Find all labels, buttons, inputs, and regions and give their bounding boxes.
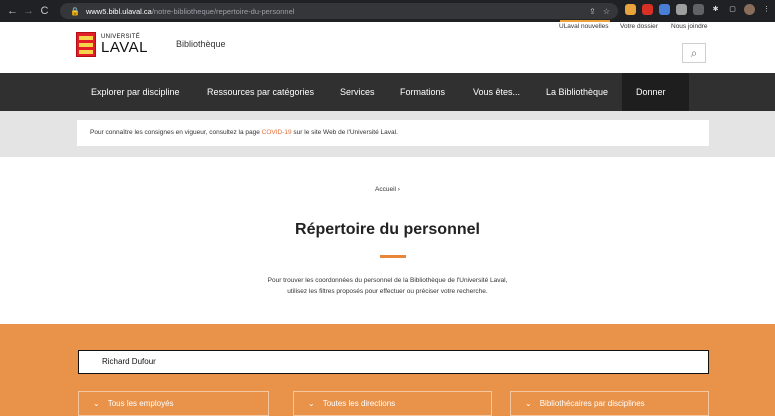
filter-librarians-label: Bibliothécaires par disciplines (539, 399, 645, 408)
browser-toolbar: ← → C 🔒 www5.bibl.ulaval.ca/notre-biblio… (0, 0, 775, 22)
forward-icon[interactable]: → (22, 0, 35, 22)
covid-link[interactable]: COVID-19 (262, 129, 292, 136)
address-bar[interactable]: 🔒 www5.bibl.ulaval.ca/notre-bibliotheque… (60, 3, 618, 19)
main-navigation: Explorer par discipline Ressources par c… (0, 73, 775, 111)
url-host: www5.bibl.ulaval.ca (85, 6, 152, 16)
chevron-down-icon: ⌄ (93, 399, 100, 408)
nav-resources[interactable]: Ressources par catégories (207, 73, 314, 111)
avatar[interactable] (744, 4, 755, 15)
staff-search-input[interactable]: Richard Dufour (78, 350, 709, 374)
search-button[interactable]: ⌕ (682, 43, 706, 63)
filter-librarians-dropdown[interactable]: ⌄ Bibliothécaires par disciplines (510, 391, 709, 416)
logo-bottom-text: LAVAL (101, 39, 148, 56)
breadcrumb-home[interactable]: Accueil › (375, 186, 400, 193)
site-name-link[interactable]: Bibliothèque (176, 39, 226, 49)
puzzle-icon[interactable]: ✱ (710, 4, 721, 15)
share-icon[interactable]: ⇪ (589, 7, 596, 16)
notice-text-before: Pour connaître les consignes en vigueur,… (90, 129, 262, 136)
intro-line-2: utilisez les filtres proposés pour effec… (287, 288, 488, 295)
nav-explore-discipline[interactable]: Explorer par discipline (91, 73, 180, 111)
search-icon: ⌕ (690, 46, 698, 60)
filter-directions-label: Toutes les directions (322, 399, 396, 408)
url-path: /notre-bibliotheque/repertoire-du-person… (151, 6, 295, 16)
filter-directions-dropdown[interactable]: ⌄ Toutes les directions (293, 391, 492, 416)
nav-you-are[interactable]: Vous êtes... (473, 73, 520, 111)
bookmark-star-icon[interactable]: ☆ (603, 7, 610, 16)
covid-notice: Pour connaître les consignes en vigueur,… (77, 120, 709, 146)
nav-donate[interactable]: Donner (636, 73, 666, 111)
sidebar-icon[interactable]: ▢ (727, 4, 738, 15)
extension-icon[interactable] (659, 4, 670, 15)
lock-icon: 🔒 (70, 6, 80, 16)
active-link-underline (560, 20, 610, 22)
extension-icon[interactable] (625, 4, 636, 15)
back-icon[interactable]: ← (6, 0, 19, 22)
breadcrumb: Accueil › (0, 186, 775, 193)
util-link-news[interactable]: ULaval nouvelles (559, 23, 609, 30)
intro-line-1: Pour trouver les coordonnées du personne… (267, 277, 508, 284)
nav-training[interactable]: Formations (400, 73, 445, 111)
chevron-down-icon: ⌄ (308, 399, 315, 408)
util-link-account[interactable]: Votre dossier (620, 23, 658, 30)
extension-icon[interactable] (676, 4, 687, 15)
crest-icon (76, 32, 96, 57)
university-logo[interactable]: UNIVERSITÉ LAVAL (76, 32, 148, 57)
page-title: Répertoire du personnel (295, 221, 480, 238)
menu-icon[interactable]: ⋮ (761, 4, 772, 15)
intro-text: Pour trouver les coordonnées du personne… (0, 275, 775, 297)
title-divider (380, 255, 406, 258)
nav-library[interactable]: La Bibliothèque (546, 73, 608, 111)
filter-employees-dropdown[interactable]: ⌄ Tous les employés (78, 391, 269, 416)
reload-icon[interactable]: C (38, 0, 51, 22)
extension-icon[interactable] (693, 4, 704, 15)
extension-icon[interactable] (642, 4, 653, 15)
notice-text-after: sur le site Web de l'Université Laval. (291, 129, 398, 136)
util-link-contact[interactable]: Nous joindre (671, 23, 708, 30)
nav-services[interactable]: Services (340, 73, 375, 111)
extensions-bar: ✱ ▢ ⋮ (625, 4, 772, 15)
filter-employees-label: Tous les employés (107, 399, 174, 408)
chevron-down-icon: ⌄ (525, 399, 532, 408)
